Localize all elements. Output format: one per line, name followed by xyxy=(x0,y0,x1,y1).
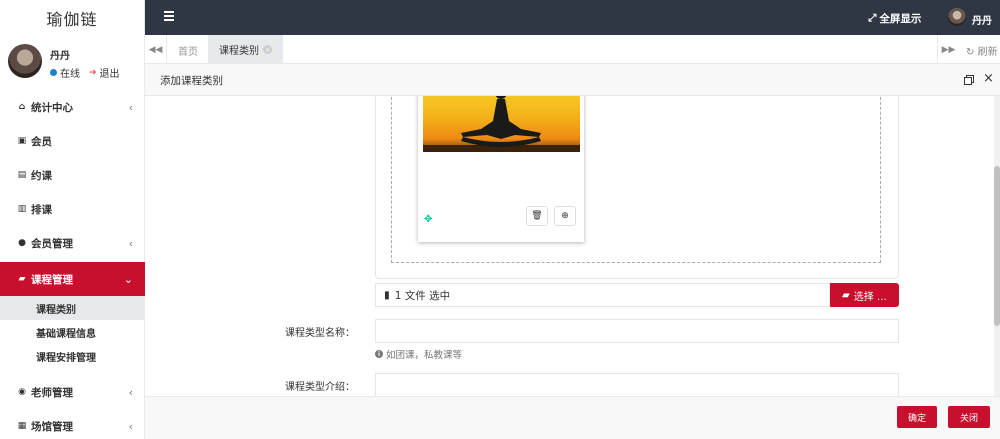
contact-card-icon: ▤ xyxy=(17,170,27,180)
file-icon: ▮ xyxy=(384,289,390,301)
sidebar-item-label: 会员 xyxy=(31,135,52,148)
building-icon: ▦ xyxy=(17,421,27,431)
refresh-label: 刷新 xyxy=(977,47,998,58)
file-preview-box: ✥ 🗑 ⊕ xyxy=(375,96,899,279)
backward-icon: ◀◀ xyxy=(148,44,163,55)
chevron-left-icon: ‹ xyxy=(128,385,133,399)
users-icon: ● xyxy=(18,238,26,248)
sidebar-item-venue-management[interactable]: ▦ 场馆管理 ‹ xyxy=(0,409,145,439)
refresh-button[interactable]: ↻ 刷新 xyxy=(966,43,998,58)
file-status-text: 1 文件 选中 xyxy=(394,289,451,302)
forward-icon: ▶▶ xyxy=(941,44,956,55)
sidebar-item-label: 排课 xyxy=(31,203,52,216)
tab-home[interactable]: 首页 xyxy=(178,43,198,58)
tab-scroll-right-button[interactable]: ▶▶ xyxy=(937,35,959,64)
book-icon: ▰ xyxy=(18,274,26,284)
fullscreen-label: 全屏显示 xyxy=(879,13,922,25)
id-card-icon: ▣ xyxy=(17,136,27,146)
fullscreen-button[interactable]: ⤢ 全屏显示 xyxy=(868,11,921,26)
schedule-card-icon: ▥ xyxy=(17,204,27,214)
sidebar-item-booking[interactable]: ▤ 约课 xyxy=(0,158,145,192)
modal-scrollbar[interactable] xyxy=(994,96,1000,396)
tab-scroll-left-button[interactable]: ◀◀ xyxy=(145,35,167,64)
select-button-label: 选择 … xyxy=(853,291,887,303)
profile-status: 在线 ➜ 退出 xyxy=(50,65,120,80)
top-avatar[interactable] xyxy=(948,8,966,26)
confirm-button[interactable]: 确定 xyxy=(897,406,937,428)
folder-open-icon: ▰ xyxy=(842,289,850,301)
sidebar-item-label: 约课 xyxy=(31,169,52,182)
maximize-icon[interactable] xyxy=(964,75,974,85)
sidebar-item-label: 老师管理 xyxy=(31,386,73,399)
help-text-label: 如团课，私教课等 xyxy=(386,350,463,361)
sidebar-item-schedule[interactable]: ▥ 排课 xyxy=(0,192,145,226)
tab-course-category[interactable]: 课程类别 × xyxy=(208,35,283,64)
expand-icon: ⤢ xyxy=(868,12,877,24)
chevron-left-icon: ‹ xyxy=(128,419,133,433)
file-thumbnail-card: ✥ 🗑 ⊕ xyxy=(418,96,584,242)
sidebar-subitem-course-category[interactable]: 课程类别 xyxy=(0,296,145,320)
sidebar-item-member-management[interactable]: ● 会员管理 ‹ xyxy=(0,226,145,260)
trash-icon: 🗑 xyxy=(531,211,543,221)
course-type-intro-input[interactable] xyxy=(375,373,899,396)
profile-panel: 丹丹 在线 ➜ 退出 xyxy=(0,36,144,92)
sidebar-item-label: 统计中心 xyxy=(31,101,73,114)
sidebar-subitem-basic-course-info[interactable]: 基础课程信息 xyxy=(0,320,145,344)
user-circle-icon: ◉ xyxy=(18,387,26,397)
course-type-name-input[interactable] xyxy=(375,319,899,343)
course-type-name-label: 课程类型名称： xyxy=(285,328,355,339)
refresh-icon: ↻ xyxy=(966,47,975,58)
home-icon: ⌂ xyxy=(18,102,26,112)
sidebar: 瑜伽链 丹丹 在线 ➜ 退出 ⌂ 统计中心 ‹ ▣ 会员 ▤ 约课 ▥ 排课 ●… xyxy=(0,0,145,439)
chevron-left-icon: ‹ xyxy=(128,100,133,114)
info-icon: i xyxy=(375,350,383,358)
modal-body: ✥ 🗑 ⊕ ▮ 1 文件 选中 ▰ 选择 … 课程类型名称： i 如团课，私教课… xyxy=(145,96,994,396)
modal-footer: 确定 关闭 xyxy=(145,396,1000,439)
scrollbar-thumb[interactable] xyxy=(994,166,1000,326)
sidebar-item-member[interactable]: ▣ 会员 xyxy=(0,124,145,158)
top-navbar: ⤢ 全屏显示 丹丹 xyxy=(145,0,1000,35)
sidebar-item-label: 场馆管理 xyxy=(31,420,73,433)
sidebar-item-stats[interactable]: ⌂ 统计中心 ‹ xyxy=(0,90,145,124)
modal-title: 添加课程类别 xyxy=(160,75,223,87)
select-file-button[interactable]: ▰ 选择 … xyxy=(830,283,899,307)
tab-label: 课程类别 xyxy=(219,46,259,57)
help-text: i 如团课，私教课等 xyxy=(375,347,462,361)
sidebar-item-label: 会员管理 xyxy=(31,237,73,250)
sidebar-subitem-course-schedule[interactable]: 课程安排管理 xyxy=(0,344,145,368)
sidebar-item-teacher-management[interactable]: ◉ 老师管理 ‹ xyxy=(0,375,145,409)
tab-close-icon[interactable]: × xyxy=(263,45,272,54)
zoom-file-button[interactable]: ⊕ xyxy=(554,206,576,226)
sidebar-item-label: 课程管理 xyxy=(31,273,73,286)
logout-icon[interactable]: ➜ xyxy=(89,68,97,78)
avatar[interactable] xyxy=(8,44,42,78)
chevron-down-icon: ⌄ xyxy=(123,272,133,286)
brand-title: 瑜伽链 xyxy=(46,10,98,29)
online-dot-icon xyxy=(50,69,57,76)
sidebar-item-course-management[interactable]: ▰ 课程管理 ⌄ xyxy=(0,262,145,296)
chevron-left-icon: ‹ xyxy=(128,236,133,250)
file-caption-field[interactable]: ▮ 1 文件 选中 xyxy=(375,283,830,307)
course-type-intro-label: 课程类型介绍： xyxy=(285,382,355,393)
menu-toggle-icon[interactable] xyxy=(164,11,174,23)
profile-name: 丹丹 xyxy=(50,51,70,62)
online-status-label: 在线 xyxy=(60,69,80,80)
top-username[interactable]: 丹丹 xyxy=(972,12,992,27)
move-icon[interactable]: ✥ xyxy=(424,214,432,225)
delete-file-button[interactable]: 🗑 xyxy=(526,206,548,226)
modal-header: 添加课程类别 × xyxy=(145,64,1000,96)
file-drop-zone[interactable]: ✥ 🗑 ⊕ xyxy=(391,96,881,263)
close-icon[interactable]: × xyxy=(983,71,994,86)
tab-bar: ◀◀ 首页 课程类别 × ▶▶ ↻ 刷新 xyxy=(145,35,1000,64)
logout-link[interactable]: 退出 xyxy=(100,65,120,80)
close-button[interactable]: 关闭 xyxy=(948,406,990,428)
zoom-in-icon: ⊕ xyxy=(561,211,569,221)
yoga-thumbnail-image xyxy=(423,96,580,152)
